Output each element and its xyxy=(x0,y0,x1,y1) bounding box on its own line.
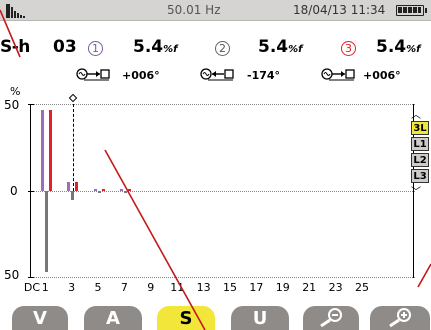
phase-2-unit: %f xyxy=(288,44,303,55)
function-key-bar: V A S U xyxy=(0,300,431,330)
status-bar: 50.01 Hz 18/04/13 11:34 xyxy=(0,0,431,21)
selector-item-l3[interactable]: L3 xyxy=(411,169,429,183)
source-to-load-icon xyxy=(76,68,110,81)
load-to-source-icon xyxy=(200,68,234,81)
bar-phase-1-h3 xyxy=(67,182,71,191)
frequency-readout: 50.01 Hz xyxy=(167,3,221,17)
phase-2-value: 5.4%f xyxy=(258,37,303,57)
phase-1-value: 5.4%f xyxy=(133,37,178,57)
date-time-readout: 18/04/13 11:34 xyxy=(293,3,386,17)
bar-phase-2-h1 xyxy=(44,191,48,272)
phase-2-angle: -174° xyxy=(247,69,281,82)
x-tick-label: 19 xyxy=(275,281,290,294)
y-tick-bottom: 50 xyxy=(4,268,20,282)
selector-item-3l[interactable]: 3L xyxy=(411,121,429,135)
tick-bottom xyxy=(28,277,34,278)
harmonic-cursor[interactable] xyxy=(72,104,74,191)
fkey-a[interactable]: A xyxy=(84,306,142,330)
phase-3-angle: +006° xyxy=(363,69,401,82)
x-tick-label: 13 xyxy=(196,281,211,294)
bar-phase-3-h5 xyxy=(101,189,105,191)
x-tick-label: 17 xyxy=(249,281,264,294)
battery-icon xyxy=(396,5,427,16)
phase-1-badge: 1 xyxy=(88,41,103,56)
bar-phase-1-h1 xyxy=(40,110,44,191)
x-tick-label: 23 xyxy=(328,281,343,294)
tick-zero xyxy=(28,191,34,192)
source-to-load-icon xyxy=(321,68,355,81)
phase-3-value: 5.4%f xyxy=(376,37,421,57)
bar-phase-2-h7 xyxy=(123,191,127,193)
x-tick-label: 1 xyxy=(41,281,49,294)
zoom-out-icon xyxy=(320,308,342,328)
tick-top xyxy=(28,104,34,105)
x-tick-label: 25 xyxy=(355,281,369,294)
y-axis-unit: % xyxy=(10,85,21,98)
fkey-s[interactable]: S xyxy=(157,306,215,330)
x-tick-label: 15 xyxy=(223,281,237,294)
selector-down-icon[interactable]: ﹀ xyxy=(411,183,421,198)
cursor-marker-icon xyxy=(68,93,77,103)
y-tick-zero: 0 xyxy=(10,184,18,198)
phase-3-badge: 3 xyxy=(341,41,356,56)
mode-title: S-h xyxy=(0,37,30,57)
selector-up-icon[interactable]: ︿ xyxy=(411,106,421,121)
x-tick-label: 3 xyxy=(68,281,76,294)
fkey-zoom-in[interactable] xyxy=(370,306,430,330)
phase-1-angle: +006° xyxy=(122,69,160,82)
x-tick-label: 5 xyxy=(94,281,102,294)
selector-item-l1[interactable]: L1 xyxy=(411,137,429,151)
signal-logo-icon xyxy=(6,4,36,18)
x-tick-label: 21 xyxy=(302,281,317,294)
fkey-v[interactable]: V xyxy=(12,306,68,330)
x-tick-label: 9 xyxy=(147,281,155,294)
harmonic-bar-chart xyxy=(28,93,415,278)
phase-2-badge: 2 xyxy=(215,41,230,56)
bar-phase-3-h3 xyxy=(75,182,79,191)
x-tick-label: DC xyxy=(23,281,41,294)
fkey-u[interactable]: U xyxy=(231,306,289,330)
bar-phase-3-h7 xyxy=(127,189,131,191)
zoom-in-icon xyxy=(389,308,411,328)
selector-item-l2[interactable]: L2 xyxy=(411,153,429,167)
x-axis-labels: DC 1 3 5 7 9 11 13 15 17 19 21 23 25 xyxy=(0,281,431,297)
fkey-zoom-out[interactable] xyxy=(303,306,359,330)
phase-1-unit: %f xyxy=(163,44,178,55)
harmonic-rank: 03 xyxy=(53,37,77,57)
gridline-top xyxy=(31,104,415,105)
bar-phase-2-h5 xyxy=(97,191,101,193)
bar-phase-2-h3 xyxy=(71,191,75,200)
gridline-zero xyxy=(31,191,415,192)
bar-phase-1-h5 xyxy=(93,189,97,191)
x-tick-label: 11 xyxy=(170,281,185,294)
gridline-bottom xyxy=(31,277,415,278)
x-tick-label: 7 xyxy=(120,281,128,294)
y-tick-top: 50 xyxy=(4,98,20,112)
phase-3-unit: %f xyxy=(406,44,421,55)
bar-phase-3-h1 xyxy=(48,110,52,191)
bar-phase-1-h7 xyxy=(119,189,123,191)
